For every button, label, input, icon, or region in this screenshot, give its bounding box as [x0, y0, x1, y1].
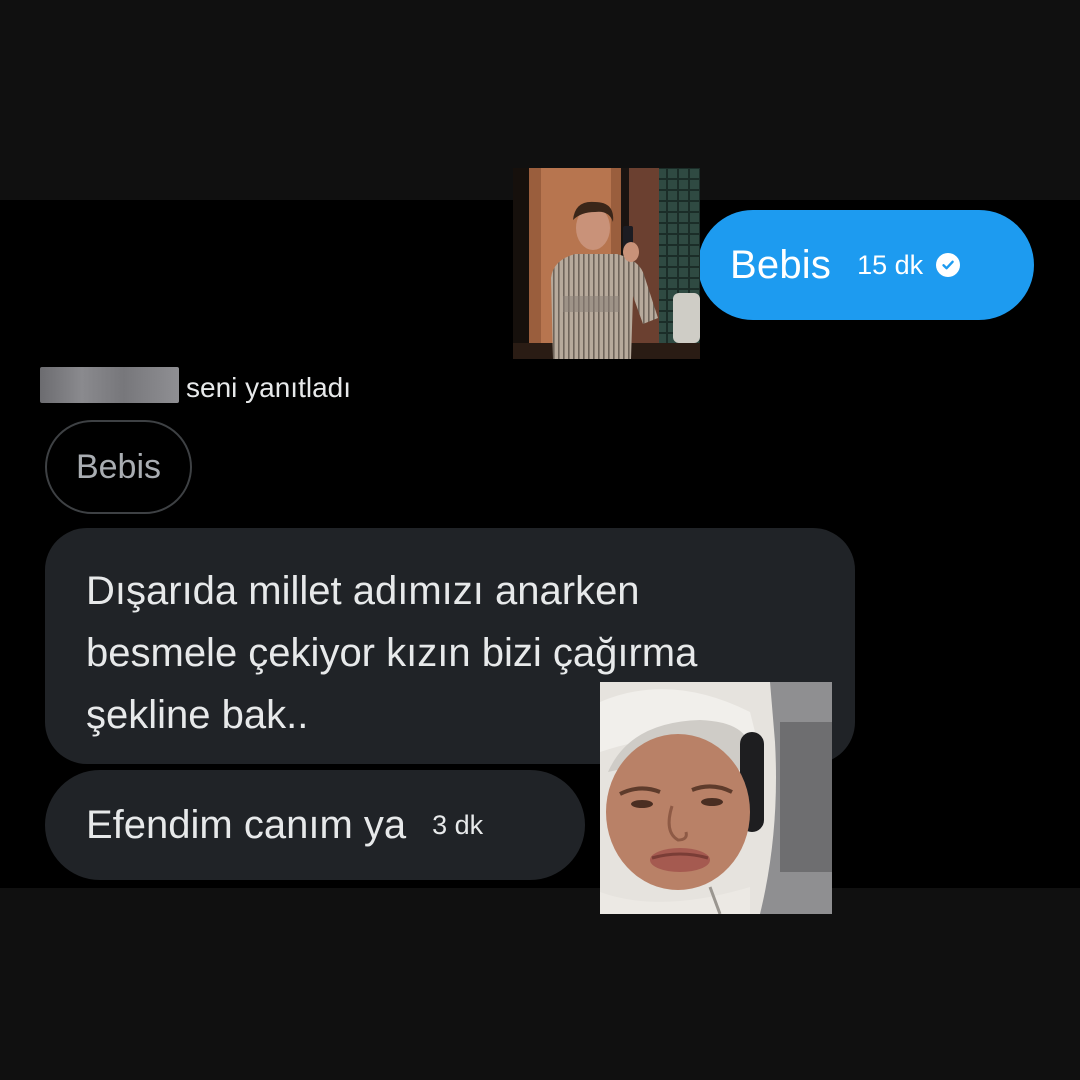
hoodie-selfie-photo [600, 682, 832, 914]
incoming-message-time: 3 dk [432, 809, 484, 840]
message-line: besmele çekiyor kızın bizi çağırma [86, 631, 698, 675]
outgoing-message-text: Bebis [730, 242, 832, 287]
incoming-message-text: Efendim canım ya [86, 802, 407, 847]
check-circle-icon [936, 253, 961, 277]
bottom-band [0, 888, 1080, 1080]
quoted-message-chip[interactable]: Bebis [45, 420, 192, 514]
outgoing-message-time: 15 dk [857, 249, 924, 280]
mirror-selfie-photo [513, 168, 700, 359]
reply-indicator-text: seni yanıtladı [186, 372, 351, 403]
redacted-username [40, 367, 179, 403]
incoming-message-bubble[interactable]: Efendim canım ya 3 dk [45, 770, 585, 880]
quoted-message-text: Bebis [75, 447, 162, 486]
message-line: Dışarıda millet adımızı anarken [86, 569, 640, 613]
outgoing-message-bubble[interactable]: Bebis 15 dk [698, 210, 1034, 320]
